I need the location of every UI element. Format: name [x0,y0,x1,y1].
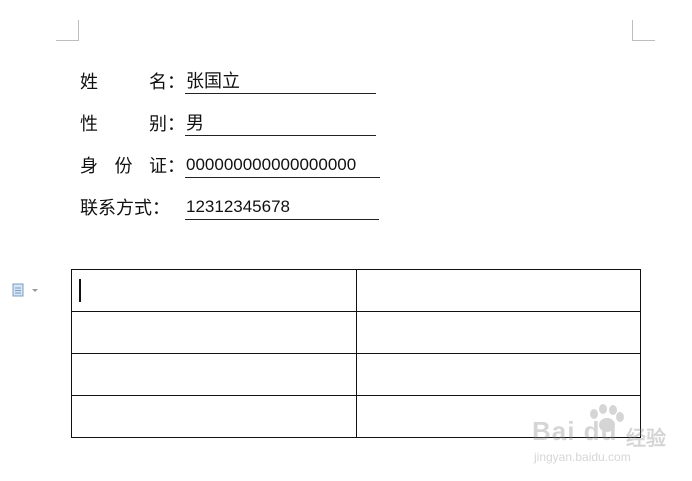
field-contact-row: 联系方式： 12312345678 [80,192,379,220]
label-char: 身 [80,156,98,177]
field-name-value[interactable]: 张国立 [185,70,376,94]
field-contact-value[interactable]: 12312345678 [185,196,379,220]
table-cell[interactable] [71,353,357,396]
watermark-brand: Bai du [532,416,618,446]
label-char: 姓 [80,72,98,93]
baidu-jingyan-watermark: Bai du 经验 jingyan.baidu.com [528,404,688,476]
document-page: 姓 名： 张国立 性 别： 男 身 份 证： 00000000000000000… [0,0,692,481]
label-char: 别： [149,114,185,135]
field-id-card-value[interactable]: 000000000000000000 [185,154,380,178]
margin-mark-top-left [56,20,79,41]
field-gender-label: 性 别： [80,110,185,136]
label-char: 性 [80,114,98,135]
label-char: 份 [114,156,133,177]
table-cell[interactable] [355,269,641,312]
field-gender-value[interactable]: 男 [185,112,376,136]
table-cell[interactable] [71,269,357,312]
field-id-card-label: 身 份 证： [80,152,185,178]
margin-mark-top-right [632,20,655,41]
label-char: 证： [149,156,185,177]
table-row [71,269,641,312]
table-row [71,353,641,396]
field-gender-row: 性 别： 男 [80,108,376,136]
table-row [71,311,641,354]
table-cell[interactable] [71,311,357,354]
text-cursor [79,279,81,302]
field-id-card-row: 身 份 证： 000000000000000000 [80,150,380,178]
field-name-row: 姓 名： 张国立 [80,66,376,94]
table-cell[interactable] [355,311,641,354]
watermark-brand-cn: 经验 [626,426,666,450]
paste-options-icon[interactable] [12,282,38,298]
field-contact-label: 联系方式： [80,194,185,220]
watermark-url: jingyan.baidu.com [534,450,631,464]
table-cell[interactable] [71,395,357,438]
table-cell[interactable] [355,353,641,396]
label-char: 联系方式： [80,198,170,219]
label-char: 名： [149,72,185,93]
field-name-label: 姓 名： [80,68,185,94]
